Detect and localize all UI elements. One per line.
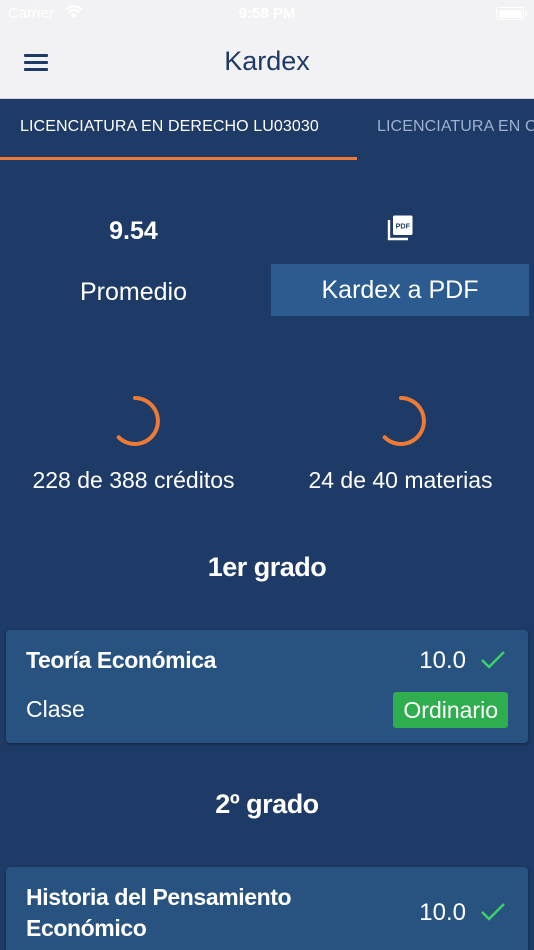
status-time: 9:58 PM	[238, 5, 296, 22]
subjects-label: 24 de 40 materias	[308, 467, 493, 493]
status-badge: Ordinario	[393, 692, 508, 728]
program-tabs: LICENCIATURA EN DERECHO LU03030 LICENCIA…	[0, 99, 534, 161]
grade-heading: 1er grado	[207, 552, 327, 582]
svg-text:PDF: PDF	[396, 222, 411, 231]
navigation-bar: Carrier 9:58 PM Kardex	[0, 0, 534, 99]
course-grade: 10.0	[419, 647, 466, 674]
checkmark-icon	[481, 903, 505, 921]
course-name: Historia del Pensamiento Económico	[26, 884, 292, 941]
course-type: Clase	[26, 696, 85, 722]
average-label: Promedio	[80, 278, 187, 306]
subjects-progress-ring	[382, 396, 426, 446]
course-card[interactable]: Historia del Pensamiento Económico 10.0	[6, 867, 528, 950]
average-value: 9.54	[109, 217, 158, 245]
checkmark-icon	[481, 651, 505, 669]
tab-licenciatura-second[interactable]: LICENCIATURA EN C	[377, 118, 534, 136]
export-pdf-button[interactable]: Kardex a PDF	[271, 264, 529, 316]
battery-icon	[496, 7, 527, 20]
status-bar: Carrier 9:58 PM	[0, 0, 534, 28]
tab-licenciatura-derecho[interactable]: LICENCIATURA EN DERECHO LU03030	[20, 118, 319, 136]
pdf-file-icon: PDF	[387, 215, 413, 241]
credits-label: 228 de 388 créditos	[32, 467, 235, 493]
page-title: Kardex	[224, 46, 310, 76]
credits-progress-ring	[116, 396, 160, 446]
course-grade: 10.0	[419, 899, 466, 926]
selected-tab-indicator	[0, 157, 357, 160]
grade-heading: 2º grado	[215, 789, 319, 819]
course-name: Teoría Económica	[26, 647, 217, 673]
course-card[interactable]: Teoría Económica 10.0 Clase Ordinario	[6, 630, 528, 743]
